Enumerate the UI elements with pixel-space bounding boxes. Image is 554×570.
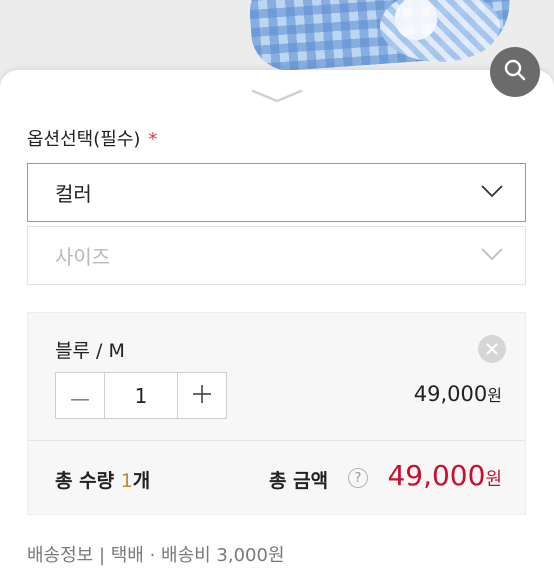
sheet-handle-icon[interactable]	[250, 88, 304, 108]
size-select[interactable]: 사이즈	[27, 226, 526, 285]
minus-icon	[71, 386, 89, 405]
color-select[interactable]: 컬러	[27, 163, 526, 222]
chevron-down-icon	[481, 183, 503, 202]
total-amount: 49,000원	[387, 459, 502, 492]
quantity-value[interactable]: 1	[104, 373, 178, 418]
decrement-button[interactable]	[56, 373, 104, 418]
close-icon	[486, 340, 498, 359]
total-quantity-label: 총 수량	[55, 470, 115, 492]
option-price-currency: 원	[487, 386, 502, 405]
total-quantity-number: 1	[120, 470, 133, 492]
increment-button[interactable]	[178, 373, 226, 418]
plus-icon	[193, 384, 211, 407]
remove-option-button[interactable]	[478, 335, 506, 363]
quantity-stepper: 1	[55, 372, 227, 419]
chevron-down-icon	[481, 246, 503, 265]
zoom-button[interactable]	[490, 47, 540, 97]
help-icon[interactable]: ?	[348, 468, 368, 488]
search-icon	[503, 58, 527, 86]
option-title-text: 옵션선택(필수)	[27, 129, 141, 150]
total-quantity-unit: 개	[132, 470, 151, 492]
option-title: 옵션선택(필수) *	[27, 125, 157, 151]
option-price: 49,000원	[414, 382, 502, 406]
total-amount-currency: 원	[485, 469, 502, 490]
selected-option-name: 블루 / M	[55, 340, 125, 362]
option-price-value: 49,000	[413, 382, 488, 406]
divider	[28, 440, 525, 441]
total-quantity: 총 수량 1개	[55, 466, 150, 493]
shipping-info: 배송정보 | 택배 · 배송비 3,000원	[27, 545, 285, 566]
size-select-placeholder: 사이즈	[55, 245, 111, 269]
selected-option-box: 블루 / M 1 49,000원 총 수량 1개 총 금액 ? 49,000원	[27, 312, 526, 515]
required-mark: *	[148, 129, 158, 150]
total-amount-label: 총 금액	[269, 470, 329, 492]
total-amount-value: 49,000	[387, 459, 486, 492]
option-bottom-sheet: 옵션선택(필수) * 컬러 사이즈 블루 / M 1 49,000원 총 수량 …	[0, 70, 554, 570]
color-select-value: 컬러	[55, 182, 92, 206]
